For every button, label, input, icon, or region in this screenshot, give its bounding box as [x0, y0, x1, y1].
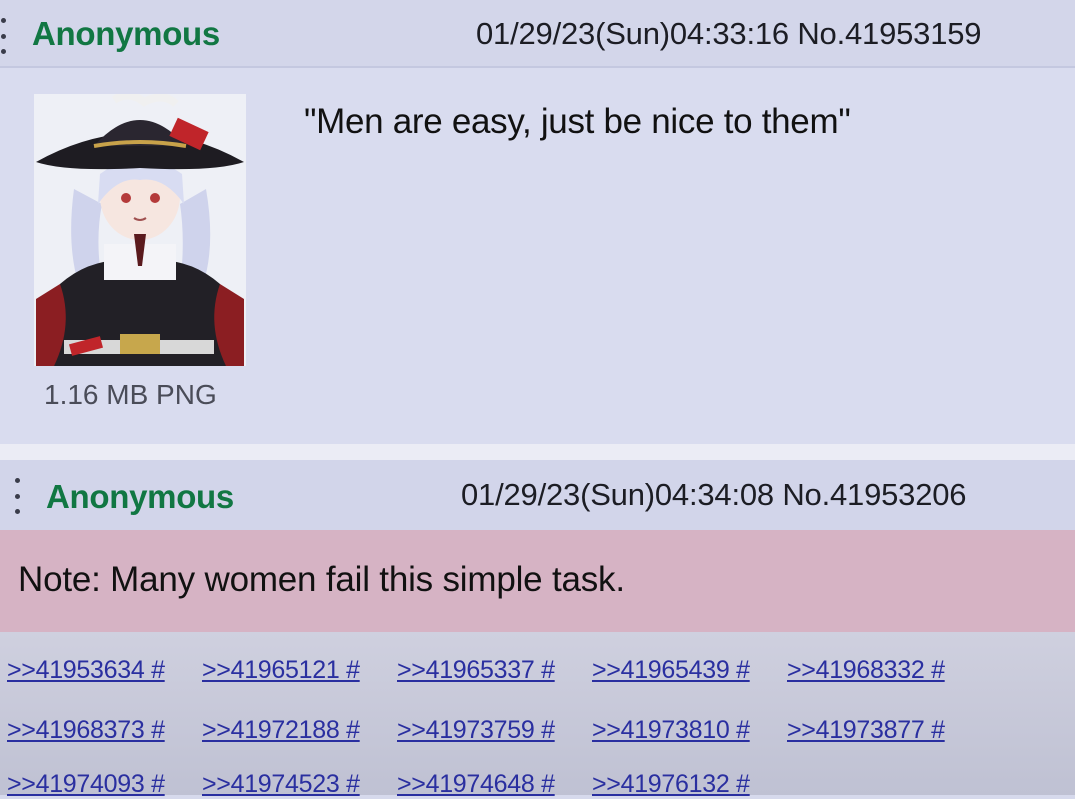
- post-meta: 01/29/23(Sun)04:34:08 No.41953206: [461, 477, 967, 513]
- backlink-row: >>41968373 # >>41972188 # >>41973759 # >…: [7, 716, 982, 745]
- backlink[interactable]: >>41968373 #: [7, 716, 202, 745]
- file-info[interactable]: 1.16 MB PNG: [44, 379, 217, 411]
- backlinks: >>41953634 # >>41965121 # >>41965337 # >…: [0, 632, 1075, 798]
- poster-name: Anonymous: [46, 478, 234, 515]
- backlink-row: >>41953634 # >>41965121 # >>41965337 # >…: [7, 656, 982, 685]
- post-datetime: 01/29/23(Sun)04:34:08: [461, 477, 774, 512]
- poster-name: Anonymous: [32, 15, 220, 52]
- backlink[interactable]: >>41973877 #: [787, 716, 982, 745]
- backlink[interactable]: >>41972188 #: [202, 716, 397, 745]
- post-meta: 01/29/23(Sun)04:33:16 No.41953159: [476, 16, 982, 52]
- backlink[interactable]: >>41973759 #: [397, 716, 592, 745]
- post-number[interactable]: No.41953159: [797, 16, 981, 51]
- backlink[interactable]: >>41973810 #: [592, 716, 787, 745]
- backlink[interactable]: >>41965439 #: [592, 656, 787, 685]
- post-divider: [0, 444, 1075, 460]
- post-menu-icon[interactable]: [0, 18, 10, 54]
- post-header: Anonymous 01/29/23(Sun)04:34:08 No.41953…: [0, 460, 1075, 530]
- post-header: Anonymous 01/29/23(Sun)04:33:16 No.41953…: [0, 0, 1075, 68]
- post-menu-icon[interactable]: [10, 478, 24, 514]
- backlink[interactable]: >>41965337 #: [397, 656, 592, 685]
- post-number[interactable]: No.41953206: [782, 477, 966, 512]
- backlink[interactable]: >>41965121 #: [202, 656, 397, 685]
- backlink[interactable]: >>41968332 #: [787, 656, 982, 685]
- post-body: 1.16 MB PNG "Men are easy, just be nice …: [0, 68, 1075, 444]
- post-comment: Note: Many women fail this simple task.: [18, 560, 625, 599]
- post-datetime: 01/29/23(Sun)04:33:16: [476, 16, 789, 51]
- backlink[interactable]: >>41953634 #: [7, 656, 202, 685]
- post-thumbnail[interactable]: [34, 94, 246, 366]
- post-comment: "Men are easy, just be nice to them": [304, 102, 851, 141]
- post-comment-band: Note: Many women fail this simple task.: [0, 530, 1075, 632]
